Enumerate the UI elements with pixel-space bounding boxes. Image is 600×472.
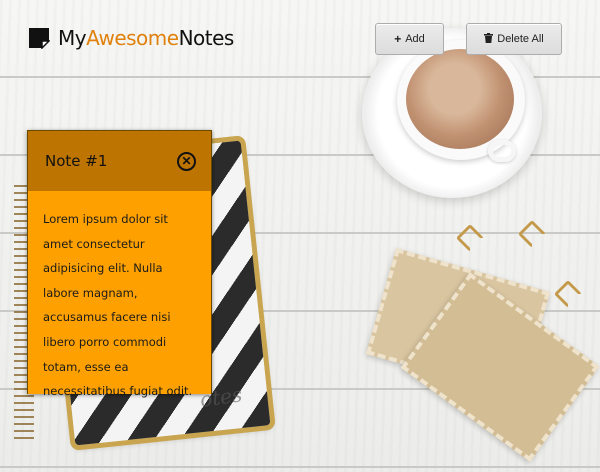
cup-handle-decoration	[488, 140, 516, 162]
paperclip-decoration	[517, 219, 547, 249]
delete-all-button[interactable]: Delete All	[466, 23, 562, 55]
note-body[interactable]: Lorem ipsum dolor sit amet consectetur a…	[28, 191, 211, 398]
trash-icon	[484, 32, 494, 46]
note-card[interactable]: Note #1 ✕ Lorem ipsum dolor sit amet con…	[27, 130, 212, 398]
app-logo: MyAwesomeNotes	[28, 27, 234, 49]
delete-all-button-label: Delete All	[497, 33, 544, 45]
plus-icon: +	[394, 32, 402, 46]
close-circle-icon[interactable]: ✕	[177, 151, 196, 171]
paperclip-decoration	[455, 223, 485, 253]
coffee-decoration	[406, 49, 514, 149]
sticky-note-icon	[28, 27, 50, 49]
note-title: Note #1	[45, 152, 108, 170]
note-header: Note #1 ✕	[28, 131, 211, 191]
add-button-label: Add	[405, 33, 425, 45]
paperclip-decoration	[553, 279, 583, 309]
app-title: MyAwesomeNotes	[58, 26, 234, 50]
add-note-button[interactable]: + Add	[375, 23, 444, 55]
